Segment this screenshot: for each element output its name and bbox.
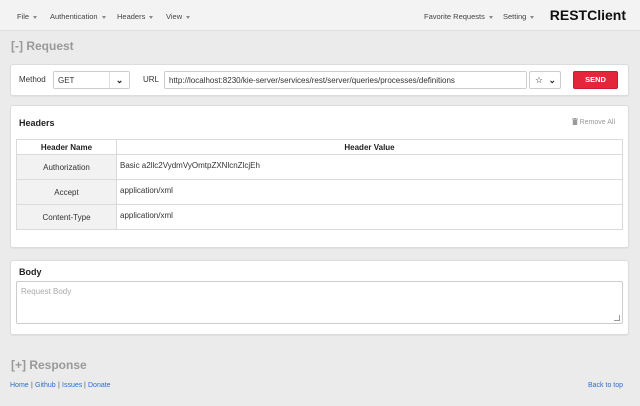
request-section-toggle[interactable]: [-] Request (11, 39, 74, 53)
chevron-down-icon (101, 15, 106, 19)
response-section-toggle[interactable]: [+] Response (11, 358, 87, 372)
url-label: URL (143, 75, 160, 84)
body-panel-title: Body (19, 267, 42, 277)
url-input[interactable]: http://localhost:8230/kie-server/service… (164, 71, 527, 89)
footer-separator: | (84, 382, 86, 389)
menu-view[interactable]: View (166, 12, 191, 21)
chevron-down-icon (488, 15, 493, 19)
menu-setting[interactable]: Setting (503, 12, 535, 21)
table-row[interactable]: Content-Type application/xml (16, 204, 623, 230)
chevron-down-icon (149, 15, 154, 19)
menu-headers-label: Headers (117, 12, 146, 21)
header-name-cell[interactable]: Content-Type (16, 204, 117, 230)
menu-authentication[interactable]: Authentication (50, 12, 106, 21)
header-value-cell[interactable]: application/xml (116, 204, 623, 230)
star-icon: ☆ (535, 75, 544, 85)
menu-file-label: File (17, 12, 30, 21)
request-body-textarea[interactable]: Request Body (16, 281, 623, 324)
footer-separator: | (58, 382, 60, 389)
column-header-value: Header Value (116, 139, 623, 155)
menu-favorite-requests[interactable]: Favorite Requests (424, 12, 493, 21)
chevron-down-icon (33, 15, 38, 19)
footer-donate-link[interactable]: Donate (88, 382, 111, 389)
method-select[interactable]: GET ⌄ (53, 71, 130, 89)
chevron-down-icon: ⌄ (548, 75, 556, 85)
footer-home-link[interactable]: Home (10, 382, 29, 389)
remove-all-label: Remove All (579, 119, 615, 126)
header-name-cell[interactable]: Accept (16, 179, 117, 205)
menu-headers[interactable]: Headers (117, 12, 154, 21)
trash-icon (571, 118, 578, 125)
resize-handle-icon[interactable] (614, 315, 620, 321)
request-bar: Method GET ⌄ URL http://localhost:8230/k… (10, 64, 629, 96)
footer-separator: | (31, 382, 33, 389)
header-value-cell[interactable]: application/xml (116, 179, 623, 205)
chevron-down-icon (530, 15, 535, 19)
chevron-down-icon (186, 15, 191, 19)
headers-table: Header Name Header Value Authorization B… (16, 139, 623, 230)
top-navbar: File Authentication Headers View Favorit… (0, 0, 640, 31)
favorite-request-dropdown[interactable]: ☆ ⌄ (529, 71, 561, 89)
remove-all-headers-button[interactable]: Remove All (571, 118, 615, 126)
request-body-placeholder: Request Body (21, 287, 72, 296)
headers-panel: Headers Remove All Header Name Header Va… (10, 105, 629, 248)
method-select-value: GET (58, 76, 75, 85)
method-label: Method (19, 75, 46, 84)
brand-logo[interactable]: RESTClient (550, 7, 626, 23)
body-panel: Body Request Body (10, 260, 629, 335)
header-name-cell[interactable]: Authorization (16, 154, 117, 180)
header-value-cell[interactable]: Basic a2llc2VydmVyOmtpZXNlcnZlcjEh (116, 154, 623, 180)
table-row[interactable]: Authorization Basic a2llc2VydmVyOmtpZXNl… (16, 154, 623, 180)
menu-view-label: View (166, 12, 183, 21)
footer-issues-link[interactable]: Issues (62, 382, 82, 389)
headers-panel-title: Headers (19, 118, 55, 128)
column-header-name: Header Name (16, 139, 117, 155)
menu-authentication-label: Authentication (50, 12, 98, 21)
menu-setting-label: Setting (503, 12, 527, 21)
chevron-down-icon: ⌄ (109, 72, 129, 88)
menu-favorite-requests-label: Favorite Requests (424, 12, 485, 21)
table-row[interactable]: Accept application/xml (16, 179, 623, 205)
headers-table-header-row: Header Name Header Value (16, 139, 623, 155)
menu-file[interactable]: File (17, 12, 38, 21)
footer-github-link[interactable]: Github (35, 382, 56, 389)
back-to-top-link[interactable]: Back to top (588, 382, 623, 389)
send-button[interactable]: SEND (573, 71, 618, 89)
